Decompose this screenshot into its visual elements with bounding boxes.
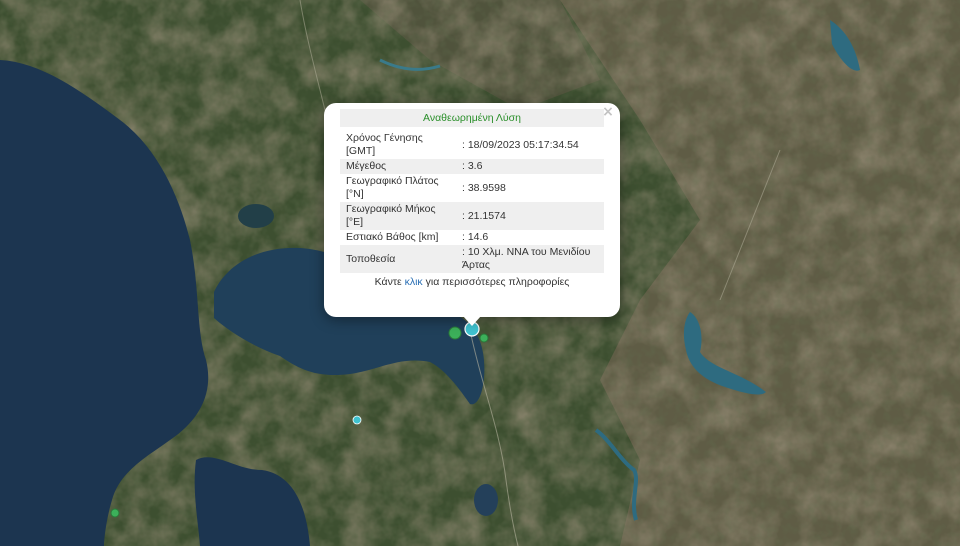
detail-row-longitude: Γεωγραφικό Μήκος [°E] : 21.1574 (340, 202, 604, 230)
detail-row-latitude: Γεωγραφικό Πλάτος [°N] : 38.9598 (340, 174, 604, 202)
detail-value: : 38.9598 (462, 181, 506, 194)
detail-row-depth: Εστιακό Βάθος [km] : 14.6 (340, 230, 604, 245)
detail-value: : 10 Χλμ. ΝΝΑ του Μενιδίου Άρτας (456, 245, 604, 273)
detail-label: Γεωγραφικό Μήκος [°E] (340, 202, 456, 230)
detail-label: Μέγεθος (340, 159, 456, 174)
earthquake-info-popup: × Αναθεωρημένη Λύση Χρόνος Γένησης [GMT]… (324, 103, 620, 317)
earthquake-marker[interactable] (352, 415, 362, 425)
more-info-suffix: για περισσότερες πληροφορίες (422, 276, 570, 288)
detail-label: Εστιακό Βάθος [km] (346, 231, 439, 243)
lagoon (238, 204, 274, 228)
earthquake-marker[interactable] (110, 508, 120, 518)
earthquake-details-table: Χρόνος Γένησης [GMT] : 18/09/2023 05:17:… (340, 131, 604, 273)
lake (474, 484, 498, 516)
detail-value: : 18/09/2023 05:17:34.54 (462, 138, 579, 151)
close-popup-button[interactable]: × (601, 105, 615, 119)
detail-label: Χρόνος Γένησης [GMT] (346, 132, 423, 157)
earthquake-marker[interactable] (479, 333, 489, 343)
detail-row-origin-time: Χρόνος Γένησης [GMT] : 18/09/2023 05:17:… (340, 131, 604, 159)
detail-value: : 21.1574 (456, 202, 604, 230)
earthquake-marker[interactable] (448, 326, 462, 340)
more-info-prefix: Κάντε (374, 276, 405, 288)
detail-label: Γεωγραφικό Πλάτος [°N] (346, 175, 439, 200)
popup-title: Αναθεωρημένη Λύση (340, 109, 604, 127)
more-info-link[interactable]: κλικ (405, 276, 423, 288)
detail-row-magnitude: Μέγεθος : 3.6 (340, 159, 604, 174)
detail-row-location: Τοποθεσία : 10 Χλμ. ΝΝΑ του Μενιδίου Άρτ… (340, 245, 604, 273)
detail-value: : 3.6 (456, 159, 604, 174)
detail-label: Τοποθεσία (340, 245, 456, 273)
more-info-text: Κάντε κλικ για περισσότερες πληροφορίες (340, 276, 604, 288)
popup-tip (463, 316, 481, 326)
detail-value: : 14.6 (462, 231, 489, 243)
